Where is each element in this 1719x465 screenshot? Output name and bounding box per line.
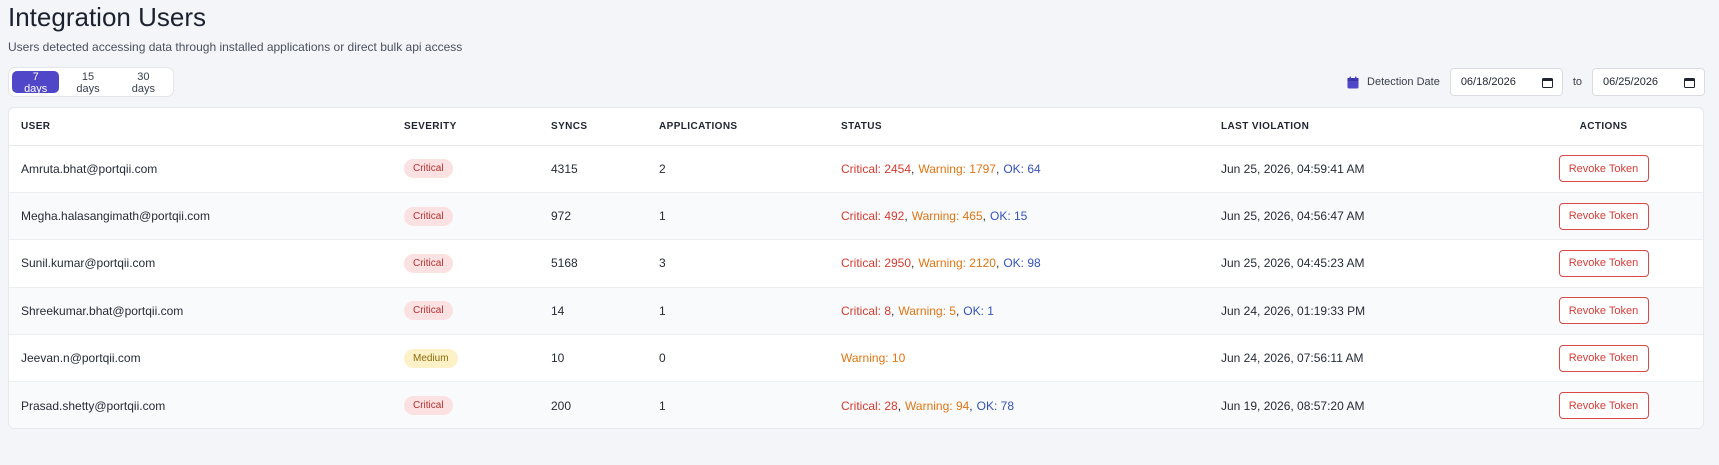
user-email: Megha.halasangimath@portqii.com: [21, 209, 210, 224]
range-selector: 7 days 15 days 30 days: [8, 67, 174, 97]
detection-date-label: Detection Date: [1367, 76, 1440, 88]
to-date-input[interactable]: 06/25/2026: [1592, 68, 1705, 96]
status-cell: Critical: 8, Warning: 5, OK: 1: [829, 287, 1209, 334]
range-30-days-button[interactable]: 30 days: [117, 71, 170, 95]
to-label: to: [1572, 76, 1582, 88]
revoke-token-button[interactable]: Revoke Token: [1558, 297, 1649, 325]
status-separator: ,: [955, 303, 960, 318]
table-header-row: USER SEVERITY SYNCS APPLICATIONS STATUS …: [9, 108, 1703, 146]
syncs-count: 200: [551, 398, 572, 413]
user-email: Jeevan.n@portqii.com: [21, 351, 141, 366]
severity-badge: Critical: [404, 159, 453, 179]
status-separator: ,: [904, 209, 908, 224]
revoke-token-button[interactable]: Revoke Token: [1558, 344, 1649, 372]
range-7-days-button[interactable]: 7 days: [12, 71, 60, 95]
revoke-token-button[interactable]: Revoke Token: [1558, 155, 1649, 183]
applications-count: 0: [659, 351, 666, 366]
column-header-status[interactable]: STATUS: [829, 108, 1209, 146]
status-cell: Critical: 28, Warning: 94, OK: 78: [829, 382, 1209, 428]
status-cell: Critical: 492, Warning: 465, OK: 15: [829, 192, 1209, 239]
severity-badge: Medium: [404, 348, 458, 368]
status-separator: ,: [891, 303, 895, 318]
status-critical: Critical: 2454: [841, 161, 912, 176]
severity-badge: Critical: [404, 206, 453, 226]
status-cell: Critical: 2950, Warning: 2120, OK: 98: [829, 240, 1209, 287]
column-header-last-violation[interactable]: LAST VIOLATION: [1209, 108, 1502, 146]
syncs-count: 10: [551, 351, 565, 366]
status-critical: Critical: 2950: [841, 256, 912, 271]
from-date-input[interactable]: 06/18/2026: [1449, 68, 1563, 96]
syncs-count: 14: [551, 303, 565, 318]
applications-count: 1: [659, 303, 666, 318]
status-warning: Warning: 94: [905, 398, 970, 413]
status-separator: ,: [982, 209, 986, 224]
status-warning: Warning: 10: [841, 351, 906, 366]
column-header-applications[interactable]: APPLICATIONS: [647, 108, 829, 146]
status-separator: ,: [995, 161, 1000, 176]
status-ok: OK: 78: [976, 398, 1014, 413]
applications-count: 1: [659, 398, 666, 413]
status-cell: Critical: 2454, Warning: 1797, OK: 64: [829, 145, 1209, 192]
syncs-count: 4315: [551, 161, 578, 176]
severity-badge: Critical: [404, 253, 453, 273]
syncs-count: 972: [551, 209, 572, 224]
user-email: Sunil.kumar@portqii.com: [21, 256, 156, 271]
to-date-value: 06/25/2026: [1603, 76, 1659, 88]
status-separator: ,: [969, 398, 973, 413]
revoke-token-button[interactable]: Revoke Token: [1558, 392, 1649, 420]
detection-date-filter: Detection Date 06/18/2026 to 06/25/2026: [1347, 68, 1705, 96]
severity-badge: Critical: [404, 301, 453, 321]
table-row: Prasad.shetty@portqii.com Critical 200 1 Cri…: [9, 381, 1703, 428]
column-header-user[interactable]: USER: [9, 108, 392, 146]
applications-count: 1: [659, 209, 666, 224]
user-email: Prasad.shetty@portqii.com: [21, 398, 166, 413]
table-row: Jeevan.n@portqii.com Medium 10 0 Warning: 10…: [9, 335, 1703, 382]
last-violation: Jun 25, 2026, 04:56:47 AM: [1221, 209, 1365, 224]
user-email: Shreekumar.bhat@portqii.com: [21, 303, 184, 318]
status-ok: OK: 15: [989, 209, 1028, 224]
table-row: Megha.halasangimath@portqii.com Critical 9…: [9, 192, 1703, 240]
integration-users-table: USER SEVERITY SYNCS APPLICATIONS STATUS …: [8, 107, 1704, 429]
table-row: Shreekumar.bhat@portqii.com Critical 14 1 Cr…: [9, 287, 1703, 335]
column-header-actions: ACTIONS: [1502, 108, 1703, 146]
range-15-days-button[interactable]: 15 days: [61, 71, 114, 95]
page-title: Integration Users: [8, 2, 206, 32]
last-violation: Jun 19, 2026, 08:57:20 AM: [1221, 398, 1365, 413]
calendar-icon: [1347, 76, 1359, 88]
status-separator: ,: [897, 398, 902, 413]
table-row: Sunil.kumar@portqii.com Critical 5168 3 Crit…: [9, 240, 1703, 288]
revoke-token-button[interactable]: Revoke Token: [1558, 202, 1649, 230]
status-separator: ,: [911, 256, 915, 271]
last-violation: Jun 24, 2026, 01:19:33 PM: [1221, 303, 1366, 318]
last-violation: Jun 24, 2026, 07:56:11 AM: [1221, 351, 1364, 366]
table-row: Amruta.bhat@portqii.com Critical 4315 2 Crit…: [9, 145, 1703, 193]
status-warning: Warning: 1797: [918, 161, 996, 176]
status-ok: OK: 64: [1003, 161, 1041, 176]
status-ok: OK: 1: [963, 303, 994, 318]
status-critical: Critical: 28: [841, 398, 898, 413]
user-email: Amruta.bhat@portqii.com: [21, 161, 158, 176]
column-header-syncs[interactable]: SYNCS: [539, 108, 647, 146]
applications-count: 2: [659, 161, 666, 176]
status-warning: Warning: 465: [911, 209, 983, 224]
column-header-severity[interactable]: SEVERITY: [392, 108, 539, 146]
last-violation: Jun 25, 2026, 04:45:23 AM: [1221, 256, 1365, 271]
from-date-value: 06/18/2026: [1460, 76, 1516, 88]
status-separator: ,: [995, 256, 1000, 271]
calendar-picker-icon[interactable]: [1541, 77, 1553, 88]
status-critical: Critical: 8: [841, 303, 892, 318]
status-critical: Critical: 492: [841, 209, 905, 224]
status-separator: ,: [911, 161, 915, 176]
status-cell: Warning: 10: [829, 335, 1209, 382]
status-warning: Warning: 2120: [918, 256, 996, 271]
last-violation: Jun 25, 2026, 04:59:41 AM: [1221, 161, 1365, 176]
revoke-token-button[interactable]: Revoke Token: [1558, 249, 1649, 277]
status-warning: Warning: 5: [898, 303, 956, 318]
calendar-picker-icon[interactable]: [1684, 77, 1695, 88]
status-ok: OK: 98: [1003, 256, 1041, 271]
syncs-count: 5168: [551, 256, 578, 271]
severity-badge: Critical: [404, 396, 453, 416]
page-subtitle: Users detected accessing data through in…: [8, 40, 463, 54]
applications-count: 3: [659, 256, 666, 271]
